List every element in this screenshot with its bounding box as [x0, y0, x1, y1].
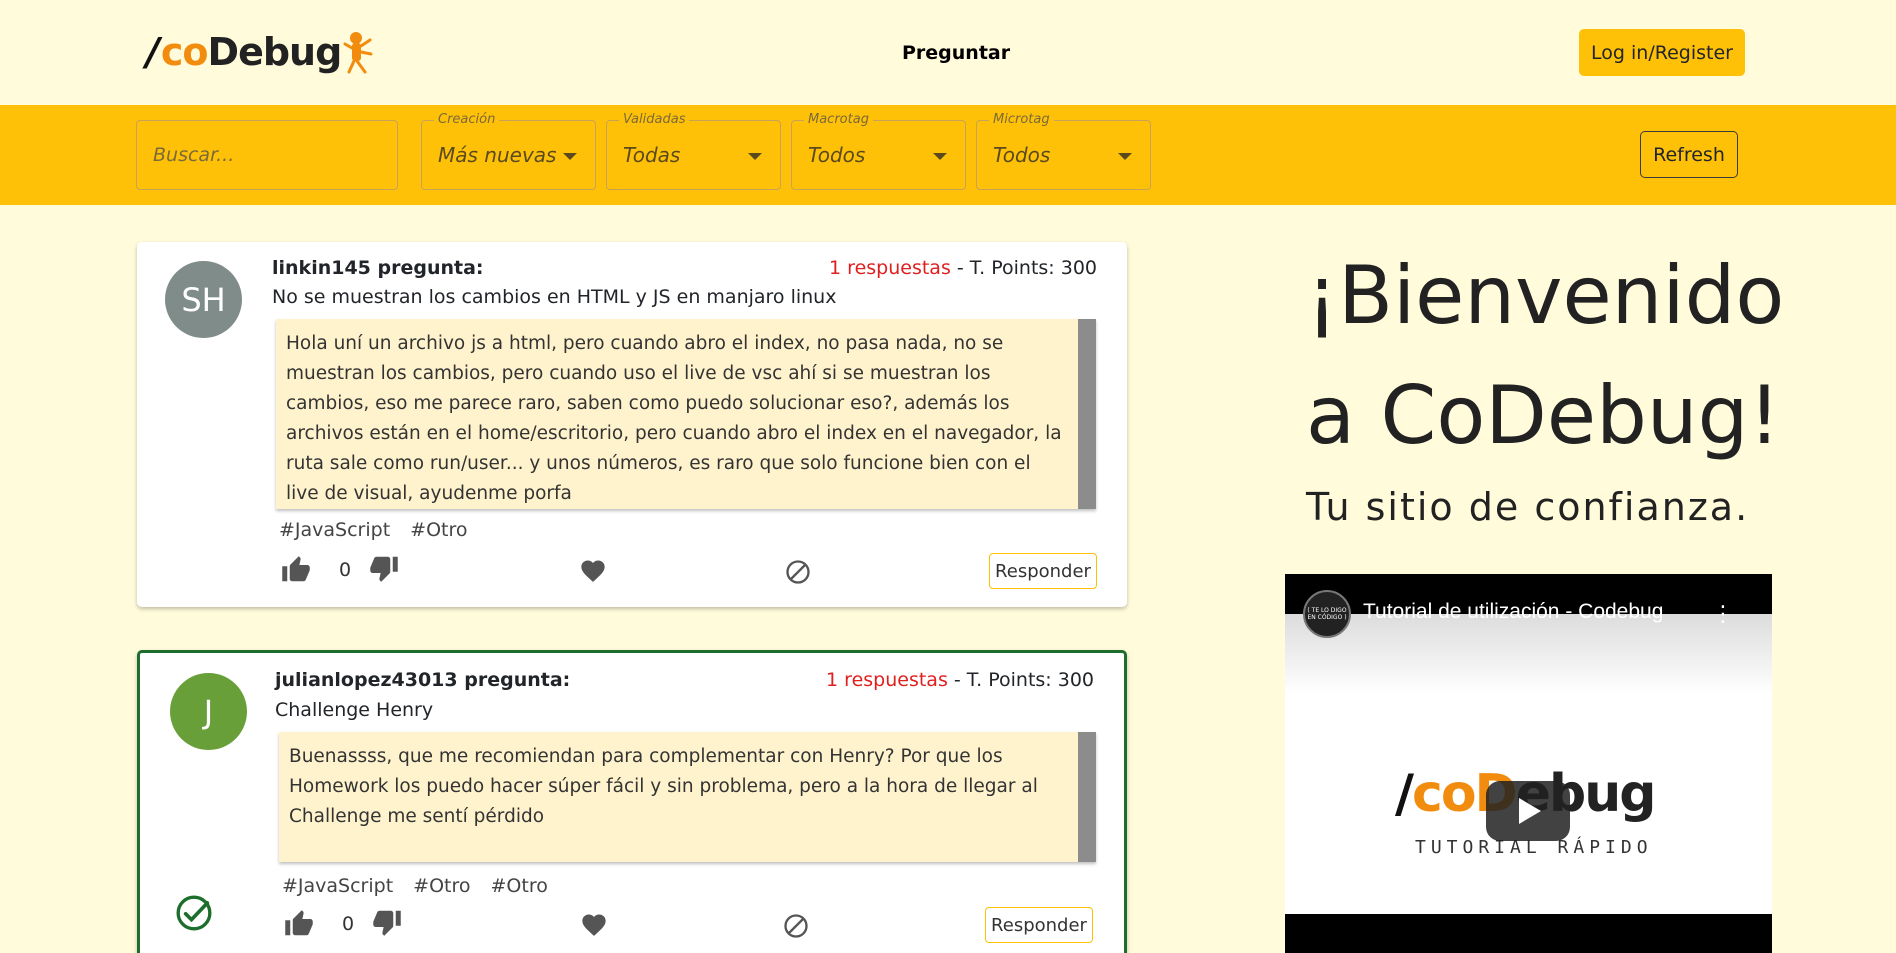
tag[interactable]: #JavaScript — [282, 875, 393, 897]
bug-mascot-icon — [343, 32, 373, 74]
top-navbar: / co De bug Preguntar Log in/Register — [0, 0, 1896, 105]
question-actions: 0 Responder — [282, 907, 1102, 943]
login-register-button[interactable]: Log in/Register — [1579, 29, 1745, 76]
question-body[interactable]: Hola uní un archivo js a html, pero cuan… — [276, 319, 1096, 509]
question-body-text: Hola uní un archivo js a html, pero cuan… — [286, 333, 1062, 504]
respond-button[interactable]: Responder — [985, 907, 1093, 943]
tag[interactable]: #Otro — [413, 875, 470, 897]
question-body-text: Buenassss, que me recomiendan para compl… — [289, 746, 1038, 827]
tag[interactable]: #JavaScript — [279, 519, 390, 541]
thumbs-up-icon[interactable] — [284, 909, 314, 939]
caret-down-icon — [563, 153, 577, 160]
question-meta: 1 respuestas - T. Points: 300 — [826, 669, 1094, 691]
body-scrollbar[interactable] — [1078, 319, 1096, 509]
tag-list: #JavaScript #Otro #Otro — [282, 875, 548, 897]
tag-list: #JavaScript #Otro — [279, 519, 468, 541]
video-thumbnail: /coDebug TUTORIAL RÁPIDO — [1285, 614, 1772, 914]
question-author: linkin145 pregunta: — [272, 257, 484, 279]
select-value: Todos — [993, 143, 1051, 167]
heart-icon[interactable] — [579, 557, 607, 585]
validated-select[interactable]: Validadas Todas — [606, 112, 781, 190]
tag[interactable]: #Otro — [410, 519, 467, 541]
report-block-icon[interactable] — [782, 912, 810, 940]
caret-down-icon — [933, 153, 947, 160]
select-legend: Microtag — [989, 112, 1054, 127]
question-title[interactable]: Challenge Henry — [275, 699, 433, 721]
select-value: Todos — [808, 143, 866, 167]
points-label: T. Points: 300 — [966, 669, 1094, 691]
thumbs-down-icon[interactable] — [372, 907, 402, 937]
report-block-icon[interactable] — [784, 558, 812, 586]
question-actions: 0 Responder — [279, 553, 1099, 589]
respond-button[interactable]: Responder — [989, 553, 1097, 589]
select-value: Todas — [623, 143, 681, 167]
question-card-validated[interactable]: J julianlopez43013 pregunta: 1 respuesta… — [137, 650, 1127, 953]
filter-bar: Creación Más nuevas Validadas Todas Macr… — [0, 105, 1896, 205]
select-legend: Macrotag — [804, 112, 873, 127]
body-scrollbar[interactable] — [1078, 732, 1096, 862]
avatar: J — [170, 673, 247, 750]
refresh-button[interactable]: Refresh — [1640, 131, 1738, 178]
question-author: julianlopez43013 pregunta: — [275, 669, 571, 691]
question-meta: 1 respuestas - T. Points: 300 — [829, 257, 1097, 279]
caret-down-icon — [748, 153, 762, 160]
like-count: 0 — [339, 559, 352, 581]
play-button-icon[interactable] — [1486, 781, 1570, 841]
search-input[interactable] — [136, 120, 398, 190]
select-legend: Creación — [434, 112, 500, 127]
answers-count[interactable]: 1 respuestas — [826, 669, 948, 691]
codebug-logo[interactable]: / co De bug — [146, 26, 373, 78]
macrotag-select[interactable]: Macrotag Todos — [791, 112, 966, 190]
channel-avatar[interactable]: ( TE LO DIGO EN CÓDIGO ) — [1303, 590, 1351, 638]
select-value: Más nuevas — [438, 143, 557, 167]
tutorial-video-embed[interactable]: /coDebug TUTORIAL RÁPIDO ( TE LO DIGO EN… — [1285, 574, 1772, 953]
video-title[interactable]: Tutorial de utilización - Codebug — [1363, 600, 1663, 624]
like-count: 0 — [342, 913, 355, 935]
welcome-heading: ¡Bienvenido a CoDebug! — [1306, 249, 1785, 462]
nav-ask-link[interactable]: Preguntar — [902, 42, 1010, 64]
question-body[interactable]: Buenassss, que me recomiendan para compl… — [279, 732, 1096, 862]
more-options-icon[interactable]: ⋮ — [1712, 602, 1734, 627]
validated-check-icon — [176, 895, 212, 931]
creation-select[interactable]: Creación Más nuevas — [421, 112, 596, 190]
microtag-select[interactable]: Microtag Todos — [976, 112, 1151, 190]
answers-count[interactable]: 1 respuestas — [829, 257, 951, 279]
select-legend: Validadas — [619, 112, 690, 127]
welcome-tagline: Tu sitio de confianza. — [1306, 485, 1750, 529]
thumbs-down-icon[interactable] — [369, 553, 399, 583]
avatar: SH — [165, 261, 242, 338]
tag[interactable]: #Otro — [491, 875, 548, 897]
caret-down-icon — [1118, 153, 1132, 160]
points-label: T. Points: 300 — [969, 257, 1097, 279]
video-bottom-bar — [1285, 914, 1772, 953]
thumbs-up-icon[interactable] — [281, 555, 311, 585]
question-card[interactable]: SH linkin145 pregunta: 1 respuestas - T.… — [137, 242, 1127, 607]
heart-icon[interactable] — [580, 911, 608, 939]
question-title[interactable]: No se muestran los cambios en HTML y JS … — [272, 286, 836, 308]
